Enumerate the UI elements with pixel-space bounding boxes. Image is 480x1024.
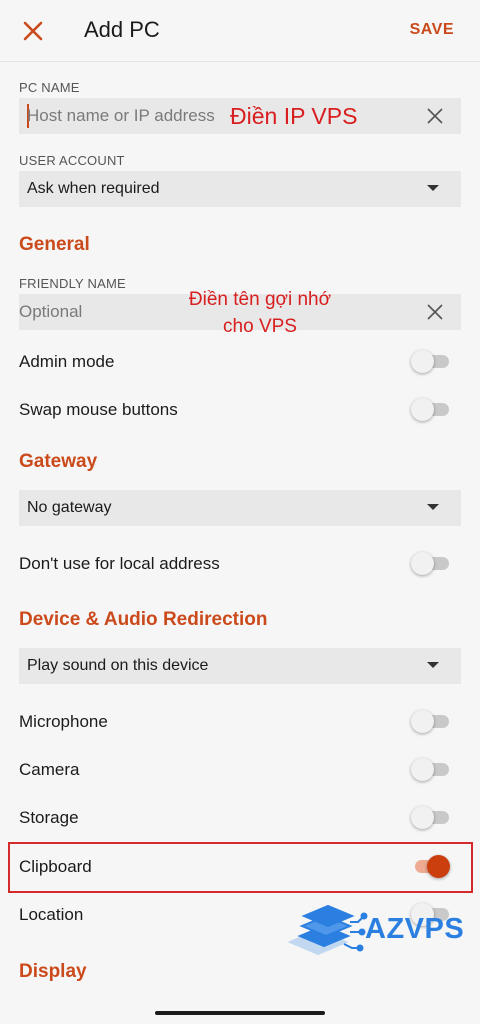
clear-icon[interactable] — [427, 304, 443, 320]
dropdown-arrow-icon — [427, 185, 439, 191]
location-label: Location — [19, 905, 84, 924]
home-indicator[interactable] — [155, 1011, 325, 1015]
ip-annotation: Điền IP VPS — [230, 103, 358, 129]
toggle-knob — [411, 552, 434, 575]
microphone-label: Microphone — [19, 712, 108, 731]
storage-label: Storage — [19, 808, 79, 827]
local-address-label: Don't use for local address — [19, 554, 220, 573]
microphone-toggle[interactable] — [411, 708, 449, 734]
sound-value: Play sound on this device — [27, 657, 209, 674]
user-account-value: Ask when required — [27, 180, 160, 197]
friendly-name-placeholder: Optional — [19, 302, 83, 321]
user-account-caption: USER ACCOUNT — [19, 153, 125, 168]
toggle-knob — [411, 710, 434, 733]
clipboard-toggle[interactable] — [411, 853, 450, 879]
toggle-knob — [411, 758, 434, 781]
page-title: Add PC — [84, 17, 160, 42]
swap-mouse-label: Swap mouse buttons — [19, 400, 178, 419]
local-address-toggle[interactable] — [411, 550, 449, 576]
gateway-dropdown[interactable]: No gateway — [19, 490, 461, 526]
admin-mode-label: Admin mode — [19, 352, 115, 371]
annotation-line: Điền tên gợi nhớ — [188, 289, 332, 310]
toggle-knob — [411, 806, 434, 829]
app-bar: Add PC SAVE — [0, 0, 480, 62]
swap-mouse-toggle[interactable] — [411, 396, 449, 422]
close-icon[interactable] — [20, 18, 46, 44]
azvps-logo-text: AZVPS — [365, 913, 465, 945]
gateway-value: No gateway — [27, 499, 112, 516]
toggle-knob — [427, 855, 450, 878]
section-gateway: Gateway — [19, 451, 98, 472]
friendly-name-annotation: Điền tên gợi nhớ cho VPS — [160, 286, 360, 340]
camera-label: Camera — [19, 760, 80, 779]
section-device-audio: Device & Audio Redirection — [19, 609, 268, 630]
section-display: Display — [19, 961, 87, 982]
section-general: General — [19, 234, 90, 255]
user-account-dropdown[interactable]: Ask when required — [19, 171, 461, 207]
dropdown-arrow-icon — [427, 504, 439, 510]
annotation-line: cho VPS — [223, 316, 297, 337]
toggle-knob — [411, 350, 434, 373]
dropdown-arrow-icon — [427, 662, 439, 668]
toggle-knob — [411, 398, 434, 421]
sound-dropdown[interactable]: Play sound on this device — [19, 648, 461, 684]
clipboard-label: Clipboard — [19, 857, 92, 876]
storage-toggle[interactable] — [411, 804, 449, 830]
pc-name-placeholder: Host name or IP address — [27, 106, 215, 125]
admin-mode-toggle[interactable] — [411, 348, 449, 374]
camera-toggle[interactable] — [411, 756, 449, 782]
save-button[interactable]: SAVE — [410, 21, 454, 39]
clear-icon[interactable] — [427, 108, 443, 124]
pc-name-caption: PC NAME — [19, 80, 80, 95]
friendly-name-caption: FRIENDLY NAME — [19, 276, 126, 291]
